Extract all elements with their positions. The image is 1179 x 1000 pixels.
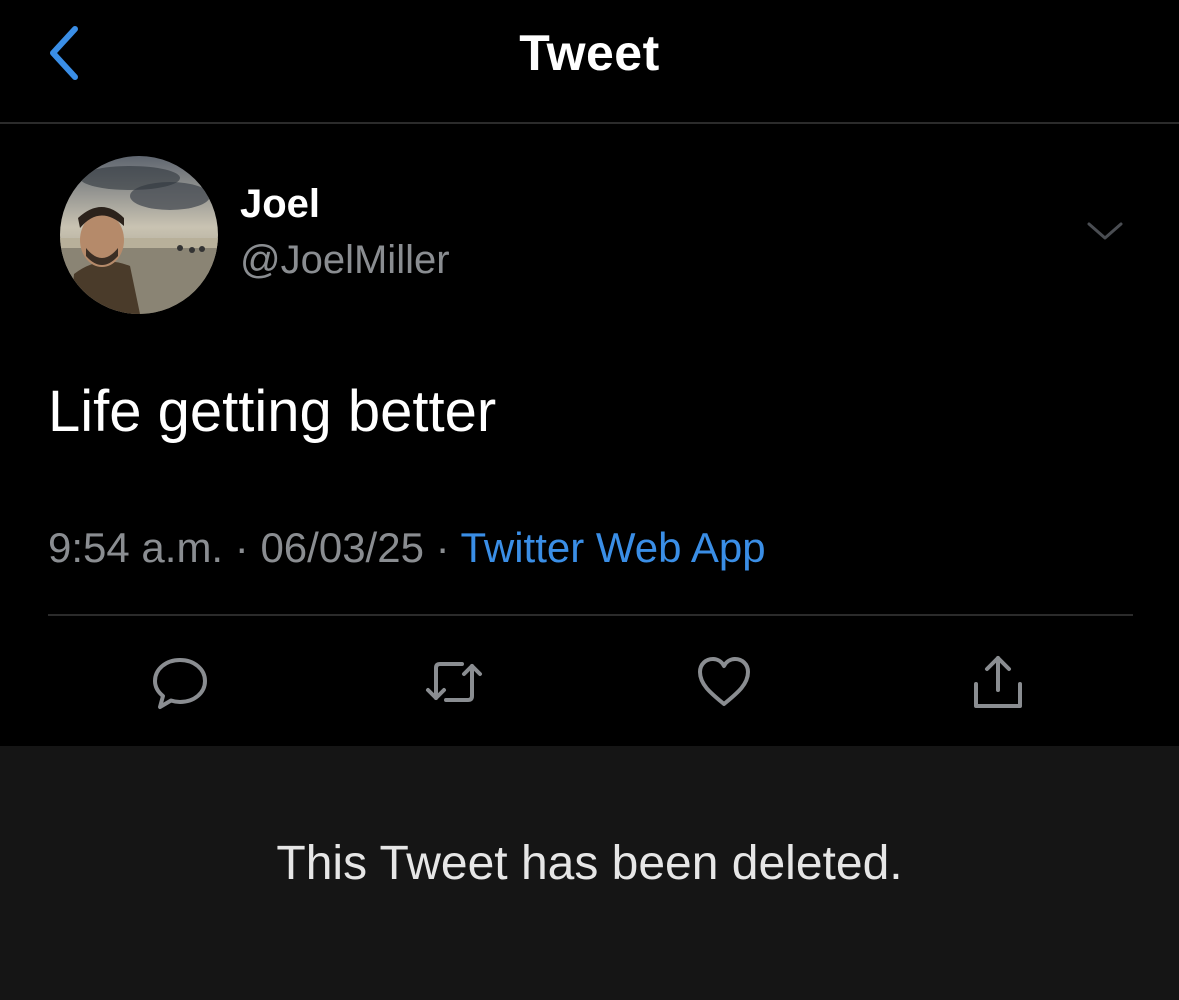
meta-separator: · [435, 524, 450, 571]
deleted-notice-text: This Tweet has been deleted. [276, 837, 903, 890]
retweet-icon [422, 654, 486, 715]
top-nav-bar: Tweet [0, 0, 1179, 124]
tweet-date: 06/03/25 [260, 524, 424, 571]
share-icon [968, 652, 1028, 717]
author-name[interactable]: Joel [240, 182, 320, 227]
avatar[interactable] [60, 156, 218, 314]
divider [48, 614, 1133, 616]
tweet-source-link[interactable]: Twitter Web App [461, 524, 766, 571]
page-title: Tweet [519, 25, 660, 81]
tweet-time: 9:54 a.m. [48, 524, 224, 571]
meta-separator: · [234, 524, 249, 571]
tweet-text: Life getting better [48, 379, 497, 444]
heart-icon [694, 654, 754, 715]
tweet-meta: 9:54 a.m. · 06/03/25 · Twitter Web App [48, 524, 766, 572]
like-button[interactable] [692, 652, 756, 716]
share-button[interactable] [966, 652, 1030, 716]
reply-icon [150, 652, 210, 717]
reply-button[interactable] [148, 652, 212, 716]
author-handle[interactable]: @JoelMiller [240, 238, 450, 283]
chevron-down-icon [1085, 219, 1125, 248]
retweet-button[interactable] [422, 652, 486, 716]
more-options-button[interactable] [1082, 216, 1128, 250]
